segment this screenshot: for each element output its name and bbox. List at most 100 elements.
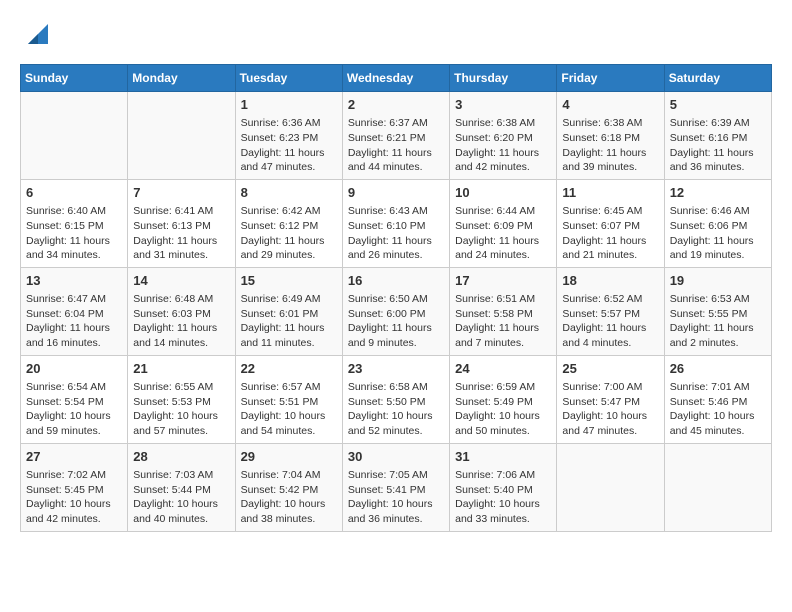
day-number: 17 xyxy=(455,272,551,290)
day-number: 5 xyxy=(670,96,766,114)
day-info: Sunrise: 6:36 AMSunset: 6:23 PMDaylight:… xyxy=(241,116,337,175)
day-number: 13 xyxy=(26,272,122,290)
day-number: 18 xyxy=(562,272,658,290)
calendar-day-cell: 12 Sunrise: 6:46 AMSunset: 6:06 PMDayligh… xyxy=(664,179,771,267)
page-header xyxy=(20,20,772,48)
day-info: Sunrise: 6:50 AMSunset: 6:00 PMDaylight:… xyxy=(348,292,444,351)
day-of-week-header: Friday xyxy=(557,65,664,92)
day-number: 22 xyxy=(241,360,337,378)
calendar-day-cell: 21 Sunrise: 6:55 AMSunset: 5:53 PMDayligh… xyxy=(128,355,235,443)
calendar-day-cell: 8Sunrise: 6:42 AMSunset: 6:12 PMDaylight… xyxy=(235,179,342,267)
day-number: 27 xyxy=(26,448,122,466)
day-info: Sunrise: 6:51 AMSunset: 5:58 PMDaylight:… xyxy=(455,292,551,351)
day-info: Sunrise: 6:49 AMSunset: 6:01 PMDaylight:… xyxy=(241,292,337,351)
calendar-day-cell: 9 Sunrise: 6:43 AMSunset: 6:10 PMDaylight… xyxy=(342,179,449,267)
calendar-day-cell: 17 Sunrise: 6:51 AMSunset: 5:58 PMDayligh… xyxy=(450,267,557,355)
day-number: 29 xyxy=(241,448,337,466)
day-info: Sunrise: 7:01 AMSunset: 5:46 PMDaylight:… xyxy=(670,380,766,439)
calendar-day-cell: 28 Sunrise: 7:03 AMSunset: 5:44 PMDayligh… xyxy=(128,443,235,531)
day-number: 7 xyxy=(133,184,229,202)
calendar-table: SundayMondayTuesdayWednesdayThursdayFrid… xyxy=(20,64,772,532)
calendar-day-cell: 7 Sunrise: 6:41 AMSunset: 6:13 PMDaylight… xyxy=(128,179,235,267)
calendar-day-cell: 4Sunrise: 6:38 AMSunset: 6:18 PMDaylight… xyxy=(557,92,664,180)
calendar-day-cell: 16Sunrise: 6:50 AMSunset: 6:00 PMDayligh… xyxy=(342,267,449,355)
day-number: 6 xyxy=(26,184,122,202)
day-info: Sunrise: 6:41 AMSunset: 6:13 PMDaylight:… xyxy=(133,204,229,263)
day-info: Sunrise: 7:05 AMSunset: 5:41 PMDaylight:… xyxy=(348,468,444,527)
day-of-week-header: Sunday xyxy=(21,65,128,92)
day-info: Sunrise: 6:55 AMSunset: 5:53 PMDaylight:… xyxy=(133,380,229,439)
calendar-day-cell: 6 Sunrise: 6:40 AMSunset: 6:15 PMDaylight… xyxy=(21,179,128,267)
day-info: Sunrise: 6:53 AMSunset: 5:55 PMDaylight:… xyxy=(670,292,766,351)
day-info: Sunrise: 7:04 AMSunset: 5:42 PMDaylight:… xyxy=(241,468,337,527)
calendar-day-cell: 15Sunrise: 6:49 AMSunset: 6:01 PMDayligh… xyxy=(235,267,342,355)
day-number: 4 xyxy=(562,96,658,114)
calendar-day-cell: 1 Sunrise: 6:36 AMSunset: 6:23 PMDaylight… xyxy=(235,92,342,180)
day-number: 10 xyxy=(455,184,551,202)
calendar-day-cell: 26 Sunrise: 7:01 AMSunset: 5:46 PMDayligh… xyxy=(664,355,771,443)
day-info: Sunrise: 7:00 AMSunset: 5:47 PMDaylight:… xyxy=(562,380,658,439)
day-of-week-header: Wednesday xyxy=(342,65,449,92)
calendar-day-cell xyxy=(664,443,771,531)
calendar-day-cell: 14 Sunrise: 6:48 AMSunset: 6:03 PMDayligh… xyxy=(128,267,235,355)
day-info: Sunrise: 6:40 AMSunset: 6:15 PMDaylight:… xyxy=(26,204,122,263)
day-number: 12 xyxy=(670,184,766,202)
day-info: Sunrise: 6:37 AMSunset: 6:21 PMDaylight:… xyxy=(348,116,444,175)
day-info: Sunrise: 6:54 AMSunset: 5:54 PMDaylight:… xyxy=(26,380,122,439)
day-number: 11 xyxy=(562,184,658,202)
calendar-day-cell: 5 Sunrise: 6:39 AMSunset: 6:16 PMDaylight… xyxy=(664,92,771,180)
calendar-day-cell: 10 Sunrise: 6:44 AMSunset: 6:09 PMDayligh… xyxy=(450,179,557,267)
calendar-body: 1 Sunrise: 6:36 AMSunset: 6:23 PMDaylight… xyxy=(21,92,772,532)
calendar-day-cell: 27 Sunrise: 7:02 AMSunset: 5:45 PMDayligh… xyxy=(21,443,128,531)
calendar-week-row: 6 Sunrise: 6:40 AMSunset: 6:15 PMDaylight… xyxy=(21,179,772,267)
day-info: Sunrise: 6:46 AMSunset: 6:06 PMDaylight:… xyxy=(670,204,766,263)
day-of-week-header: Thursday xyxy=(450,65,557,92)
day-info: Sunrise: 6:39 AMSunset: 6:16 PMDaylight:… xyxy=(670,116,766,175)
day-number: 3 xyxy=(455,96,551,114)
calendar-day-cell: 19 Sunrise: 6:53 AMSunset: 5:55 PMDayligh… xyxy=(664,267,771,355)
day-info: Sunrise: 7:03 AMSunset: 5:44 PMDaylight:… xyxy=(133,468,229,527)
day-of-week-header: Tuesday xyxy=(235,65,342,92)
day-info: Sunrise: 6:59 AMSunset: 5:49 PMDaylight:… xyxy=(455,380,551,439)
logo-icon xyxy=(24,20,52,48)
calendar-day-cell: 2 Sunrise: 6:37 AMSunset: 6:21 PMDaylight… xyxy=(342,92,449,180)
day-number: 1 xyxy=(241,96,337,114)
calendar-day-cell: 24Sunrise: 6:59 AMSunset: 5:49 PMDayligh… xyxy=(450,355,557,443)
day-info: Sunrise: 6:57 AMSunset: 5:51 PMDaylight:… xyxy=(241,380,337,439)
calendar-day-cell xyxy=(557,443,664,531)
day-number: 2 xyxy=(348,96,444,114)
calendar-day-cell: 13 Sunrise: 6:47 AMSunset: 6:04 PMDayligh… xyxy=(21,267,128,355)
calendar-day-cell: 29 Sunrise: 7:04 AMSunset: 5:42 PMDayligh… xyxy=(235,443,342,531)
calendar-day-cell: 20Sunrise: 6:54 AMSunset: 5:54 PMDayligh… xyxy=(21,355,128,443)
day-of-week-header: Monday xyxy=(128,65,235,92)
day-info: Sunrise: 6:38 AMSunset: 6:20 PMDaylight:… xyxy=(455,116,551,175)
day-number: 23 xyxy=(348,360,444,378)
calendar-day-cell: 30 Sunrise: 7:05 AMSunset: 5:41 PMDayligh… xyxy=(342,443,449,531)
day-info: Sunrise: 7:02 AMSunset: 5:45 PMDaylight:… xyxy=(26,468,122,527)
day-number: 30 xyxy=(348,448,444,466)
calendar-day-cell: 11Sunrise: 6:45 AMSunset: 6:07 PMDayligh… xyxy=(557,179,664,267)
day-number: 8 xyxy=(241,184,337,202)
calendar-week-row: 1 Sunrise: 6:36 AMSunset: 6:23 PMDaylight… xyxy=(21,92,772,180)
calendar-week-row: 20Sunrise: 6:54 AMSunset: 5:54 PMDayligh… xyxy=(21,355,772,443)
day-info: Sunrise: 6:48 AMSunset: 6:03 PMDaylight:… xyxy=(133,292,229,351)
day-number: 9 xyxy=(348,184,444,202)
day-info: Sunrise: 6:44 AMSunset: 6:09 PMDaylight:… xyxy=(455,204,551,263)
day-number: 21 xyxy=(133,360,229,378)
calendar-day-cell: 22 Sunrise: 6:57 AMSunset: 5:51 PMDayligh… xyxy=(235,355,342,443)
day-info: Sunrise: 6:43 AMSunset: 6:10 PMDaylight:… xyxy=(348,204,444,263)
calendar-day-cell: 3 Sunrise: 6:38 AMSunset: 6:20 PMDaylight… xyxy=(450,92,557,180)
day-number: 28 xyxy=(133,448,229,466)
day-info: Sunrise: 6:47 AMSunset: 6:04 PMDaylight:… xyxy=(26,292,122,351)
day-number: 26 xyxy=(670,360,766,378)
calendar-week-row: 13 Sunrise: 6:47 AMSunset: 6:04 PMDayligh… xyxy=(21,267,772,355)
calendar-day-cell xyxy=(128,92,235,180)
day-number: 19 xyxy=(670,272,766,290)
day-info: Sunrise: 6:58 AMSunset: 5:50 PMDaylight:… xyxy=(348,380,444,439)
day-info: Sunrise: 6:52 AMSunset: 5:57 PMDaylight:… xyxy=(562,292,658,351)
day-info: Sunrise: 7:06 AMSunset: 5:40 PMDaylight:… xyxy=(455,468,551,527)
logo xyxy=(20,20,52,48)
day-number: 14 xyxy=(133,272,229,290)
calendar-week-row: 27 Sunrise: 7:02 AMSunset: 5:45 PMDayligh… xyxy=(21,443,772,531)
day-number: 25 xyxy=(562,360,658,378)
